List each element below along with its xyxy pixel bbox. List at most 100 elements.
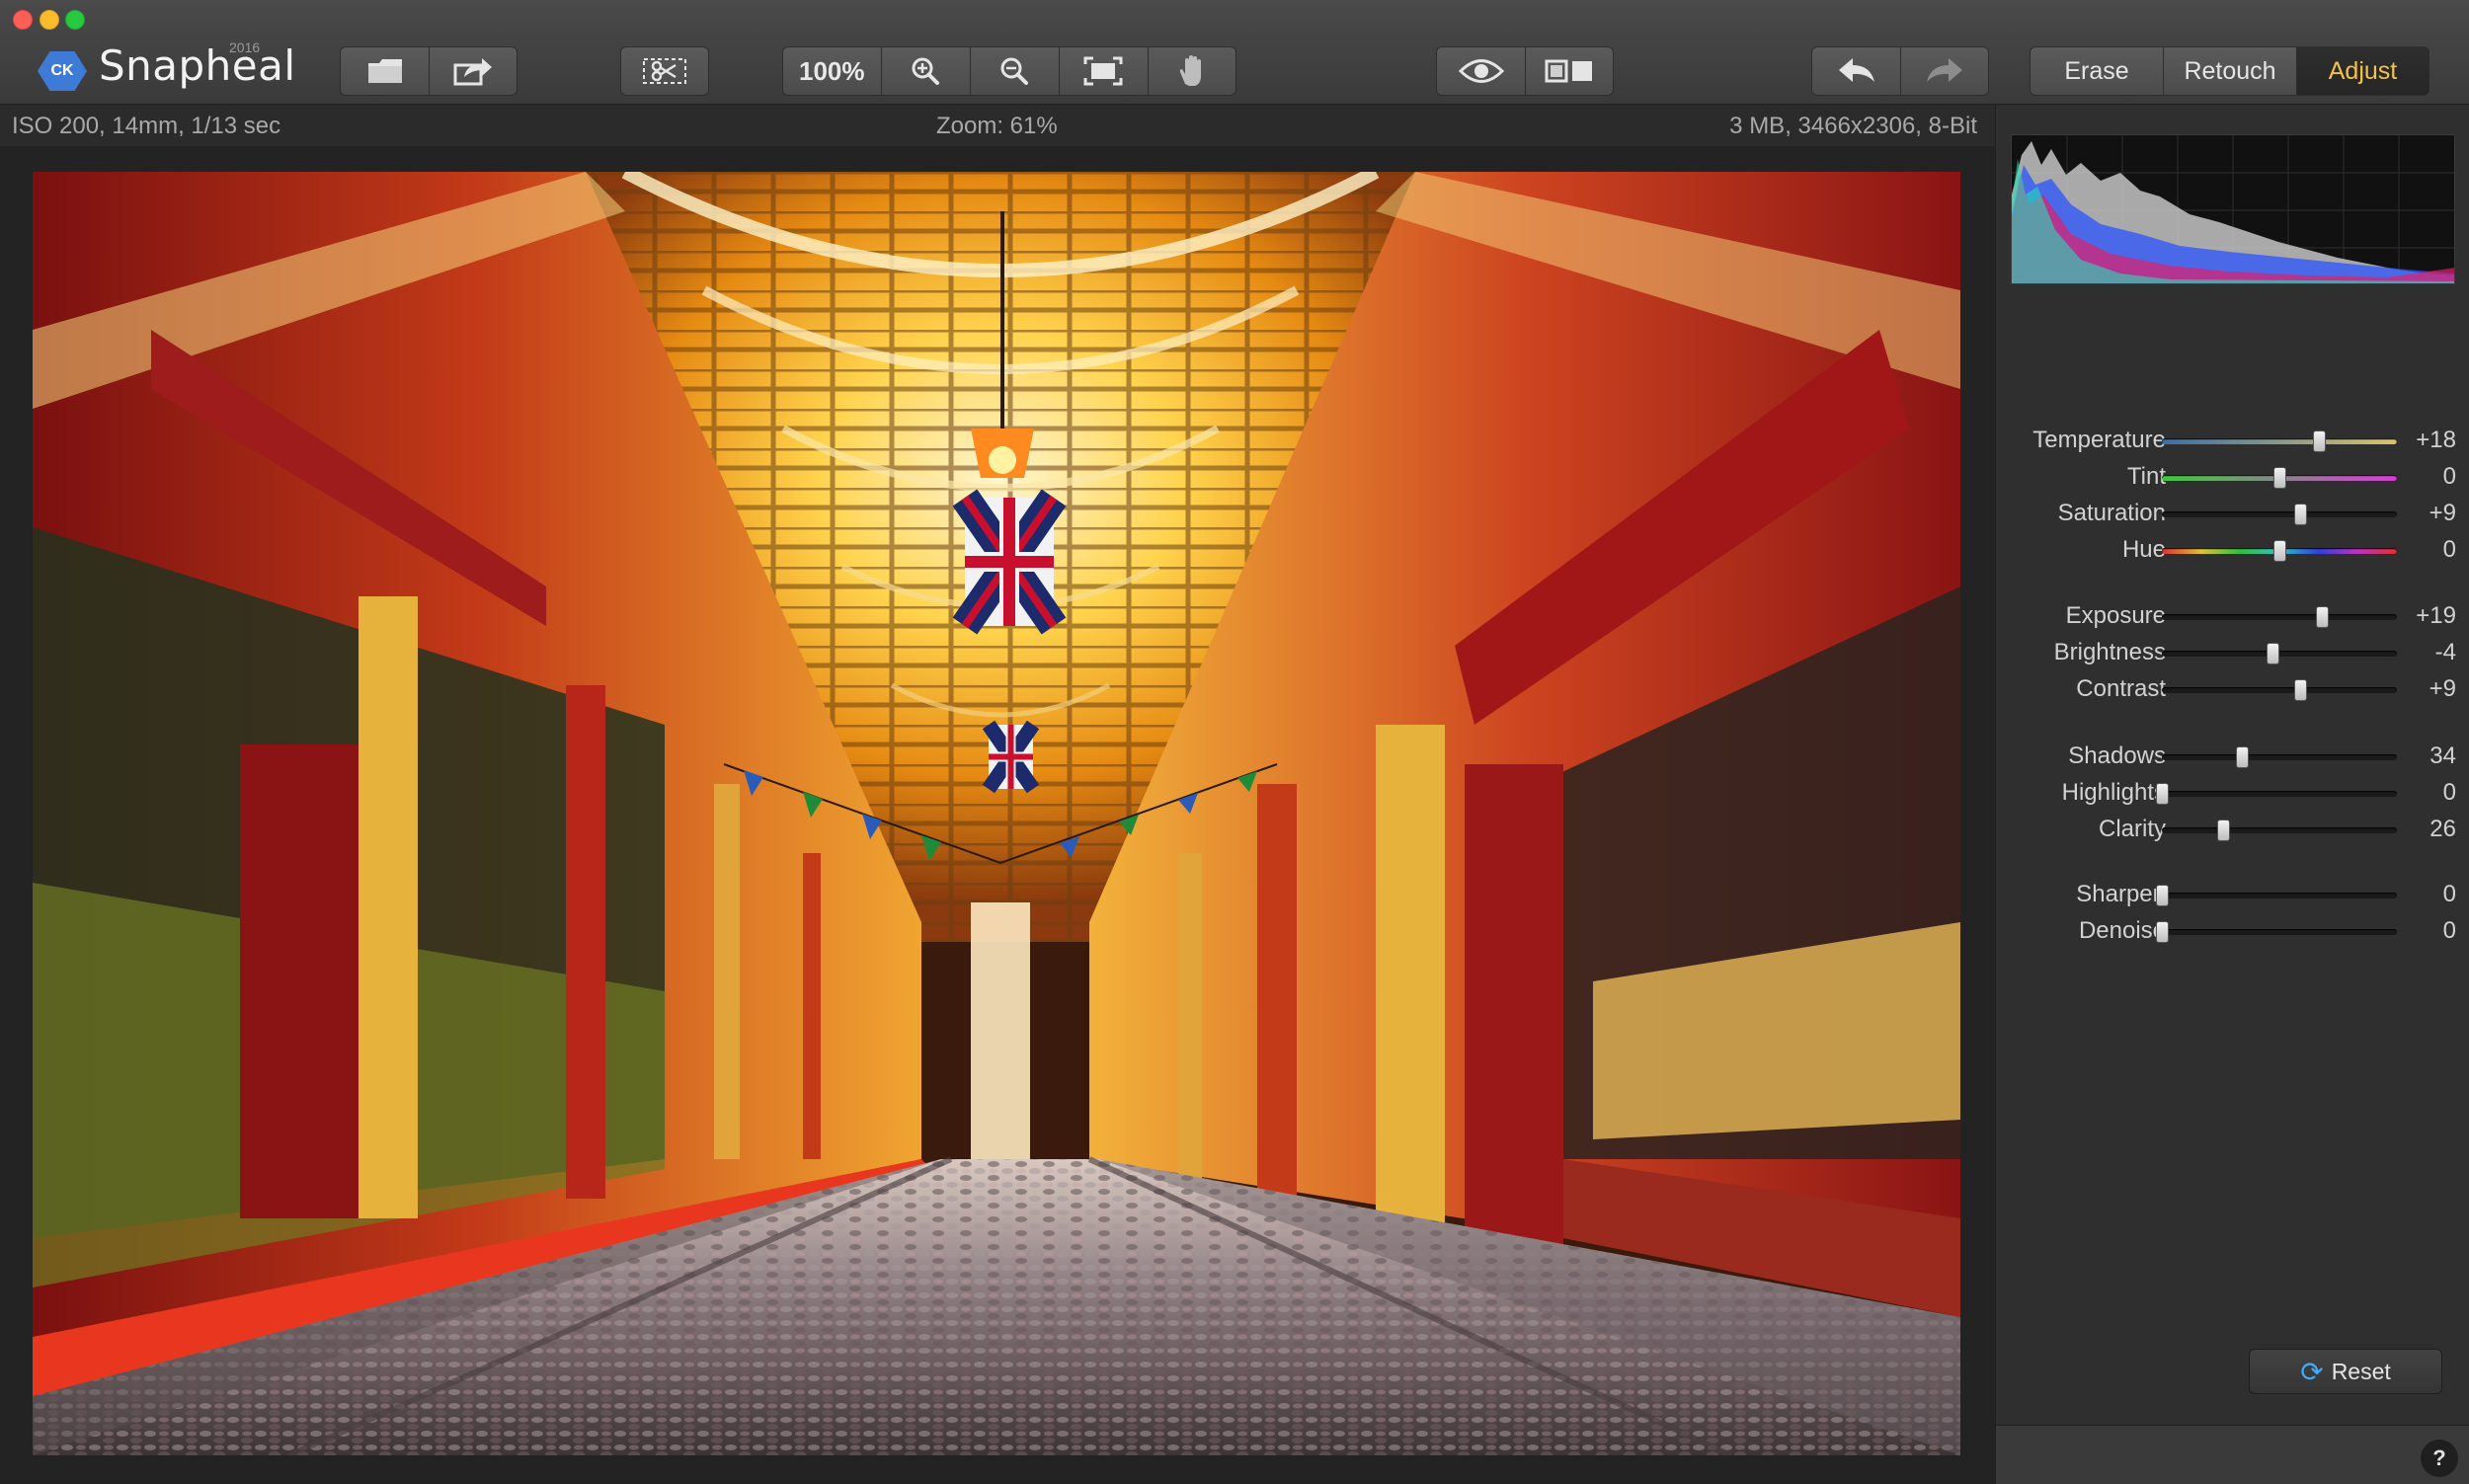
redo-button[interactable] <box>1900 46 1989 96</box>
zoom-in-button[interactable] <box>880 46 970 96</box>
tint-slider-thumb[interactable] <box>2273 467 2286 489</box>
brightness-slider-thumb[interactable] <box>2266 643 2279 664</box>
zoom-in-icon <box>912 57 939 85</box>
zoom-group: 100% <box>782 46 1236 96</box>
shadows-slider[interactable] <box>2162 746 2397 768</box>
histogram <box>2011 134 2455 284</box>
file-group <box>340 46 518 96</box>
exif-info: ISO 200, 14mm, 1/13 sec <box>12 113 281 139</box>
tint-label: Tint <box>2126 463 2166 490</box>
hue-slider[interactable] <box>2162 540 2397 562</box>
photo-image <box>33 172 1960 1455</box>
exposure-value: +19 <box>2416 602 2456 629</box>
help-button[interactable]: ? <box>2421 1440 2458 1477</box>
sharpen-label: Sharpen <box>2076 881 2166 907</box>
adjust-panel: Temperature +18 Tint 0 Saturation +9 Hue 0 Expos… <box>1995 105 2469 1484</box>
photo-canvas[interactable] <box>33 172 1960 1455</box>
denoise-label: Denoise <box>2078 917 2166 944</box>
hand-icon <box>1179 55 1201 86</box>
exposure-slider-thumb[interactable] <box>2315 606 2329 628</box>
temperature-slider-thumb[interactable] <box>2313 430 2327 452</box>
close-window-button[interactable] <box>13 10 33 30</box>
brightness-label: Brightness <box>2053 639 2166 665</box>
open-button[interactable] <box>340 46 429 96</box>
eye-icon <box>1458 59 1504 83</box>
canvas-area[interactable] <box>0 146 1995 1484</box>
clarity-slider[interactable] <box>2162 820 2397 841</box>
hand-tool-button[interactable] <box>1147 46 1236 96</box>
hue-value: 0 <box>2442 536 2456 563</box>
tab-retouch[interactable]: Retouch <box>2163 46 2296 96</box>
file-info: 3 MB, 3466x2306, 8-Bit <box>1729 113 1977 139</box>
preview-original-button[interactable] <box>1436 46 1525 96</box>
slider-row-exposure: Exposure +19 <box>1996 598 2469 634</box>
denoise-value: 0 <box>2442 917 2456 944</box>
redo-arrow-icon <box>1927 58 1962 82</box>
slider-row-saturation: Saturation +9 <box>1996 496 2469 531</box>
saturation-slider-thumb[interactable] <box>2294 504 2308 525</box>
zoom-window-button[interactable] <box>65 10 85 30</box>
split-view-icon <box>1545 59 1592 83</box>
zoom-out-button[interactable] <box>969 46 1059 96</box>
slider-row-clarity: Clarity 26 <box>1996 812 2469 847</box>
tab-adjust[interactable]: Adjust <box>2296 46 2429 96</box>
saturation-label: Saturation <box>2057 500 2166 526</box>
clarity-label: Clarity <box>2098 816 2166 842</box>
crop-button[interactable] <box>620 46 709 96</box>
tint-value: 0 <box>2442 463 2456 490</box>
contrast-slider-thumb[interactable] <box>2294 679 2308 701</box>
split-view-button[interactable] <box>1525 46 1614 96</box>
app-year: 2016 <box>229 39 261 55</box>
sharpen-slider-thumb[interactable] <box>2156 885 2169 906</box>
hue-label: Hue <box>2121 536 2166 563</box>
zoom-info: Zoom: 61% <box>936 113 1058 139</box>
denoise-slider[interactable] <box>2156 921 2397 943</box>
temperature-value: +18 <box>2416 427 2456 453</box>
crop-group <box>620 46 709 96</box>
shadows-slider-thumb[interactable] <box>2235 746 2249 768</box>
reset-label: Reset <box>2331 1358 2391 1384</box>
panel-footer: ? <box>1996 1425 2469 1484</box>
reset-icon: ⟳ <box>2300 1356 2324 1387</box>
brightness-value: -4 <box>2434 639 2456 665</box>
denoise-slider-thumb[interactable] <box>2156 921 2169 943</box>
mode-tabs: Erase Retouch Adjust <box>2030 46 2429 96</box>
reset-button[interactable]: ⟳ Reset <box>2249 1349 2442 1394</box>
zoom-100-button[interactable]: 100% <box>782 46 881 96</box>
clarity-slider-thumb[interactable] <box>2216 820 2230 841</box>
fit-to-screen-button[interactable] <box>1058 46 1148 96</box>
zoom-out-icon <box>1000 57 1028 85</box>
highlights-slider-thumb[interactable] <box>2156 783 2169 805</box>
clarity-value: 26 <box>2429 816 2456 842</box>
slider-row-temperature: Temperature +18 <box>1996 423 2469 458</box>
minimize-window-button[interactable] <box>40 10 59 30</box>
highlights-slider[interactable] <box>2156 783 2397 805</box>
temperature-slider[interactable] <box>2162 430 2397 452</box>
slider-row-denoise: Denoise 0 <box>1996 913 2469 949</box>
undo-arrow-icon <box>1838 58 1874 82</box>
sharpen-slider[interactable] <box>2156 885 2397 906</box>
share-button[interactable] <box>429 46 518 96</box>
tint-slider[interactable] <box>2162 467 2397 489</box>
crop-scissors-icon <box>643 58 686 84</box>
share-icon <box>453 58 492 86</box>
contrast-slider[interactable] <box>2162 679 2397 701</box>
exposure-slider[interactable] <box>2162 606 2397 628</box>
temperature-label: Temperature <box>2032 427 2166 453</box>
sharpen-value: 0 <box>2442 881 2456 907</box>
slider-row-contrast: Contrast +9 <box>1996 671 2469 707</box>
saturation-value: +9 <box>2429 500 2456 526</box>
slider-row-hue: Hue 0 <box>1996 532 2469 568</box>
brightness-slider[interactable] <box>2162 643 2397 664</box>
saturation-slider[interactable] <box>2162 504 2397 525</box>
toolbar: CK Snapheal 2016 100% Erase Retouch Adju… <box>0 0 2469 105</box>
hue-slider-thumb[interactable] <box>2273 540 2286 562</box>
tab-erase[interactable]: Erase <box>2030 46 2163 96</box>
highlights-label: Highlights <box>2061 779 2166 806</box>
slider-row-tint: Tint 0 <box>1996 459 2469 495</box>
shadows-label: Shadows <box>2068 742 2166 769</box>
undo-button[interactable] <box>1811 46 1900 96</box>
fit-screen-icon <box>1083 56 1123 86</box>
history-group <box>1811 46 1989 96</box>
app-logo-icon: CK <box>38 51 87 91</box>
